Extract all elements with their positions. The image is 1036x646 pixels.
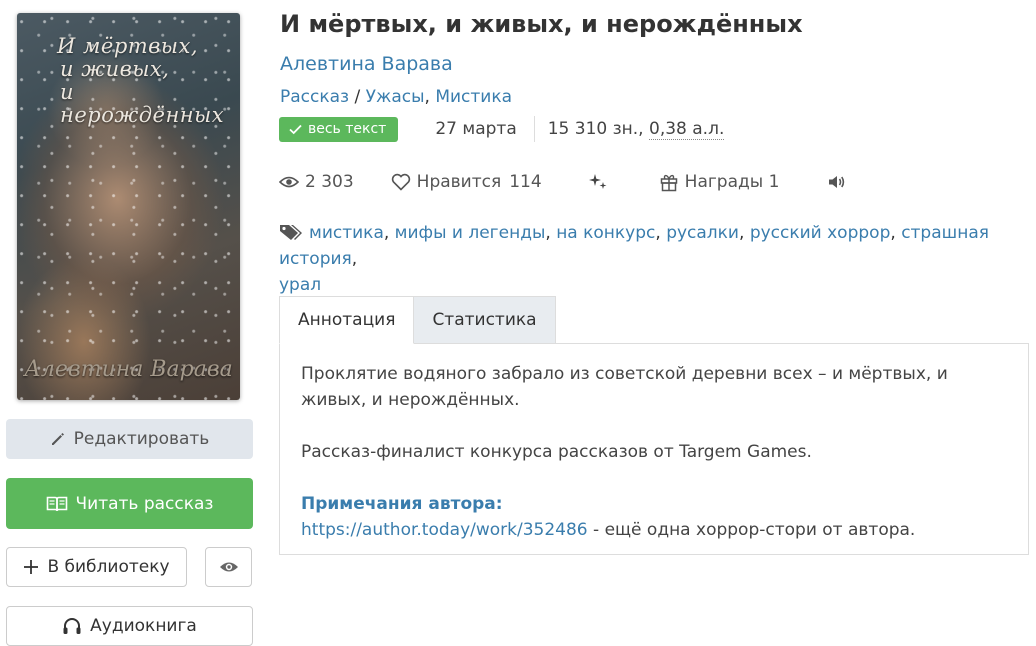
genres-line: Рассказ / Ужасы, Мистика — [280, 87, 512, 107]
views-stat: 2 303 — [279, 172, 354, 192]
eye-icon — [219, 562, 238, 572]
headphones-icon — [63, 618, 81, 634]
author-link[interactable]: Алевтина Варава — [280, 53, 453, 75]
speaker-icon — [829, 176, 845, 188]
full-text-badge: весь текст — [279, 116, 399, 142]
stats-row: 2 303 Нравится 114 Награды 1 — [279, 170, 847, 194]
audiobook-button[interactable]: Аудиокнига — [6, 606, 253, 646]
cover-title-line: и нерождённых — [60, 80, 225, 127]
author-notes-text: - ещё одна хоррор-стори от автора. — [587, 520, 916, 540]
check-icon — [289, 124, 302, 134]
tags-list: мистика, мифы и легенды, на конкурс, рус… — [279, 223, 989, 295]
genre-separator: / — [349, 87, 366, 107]
eye-icon — [279, 176, 299, 188]
plus-icon — [24, 560, 39, 574]
tag-link[interactable]: на конкурс — [556, 223, 655, 243]
tag-link[interactable]: мистика — [309, 223, 384, 243]
sparkles-icon — [588, 174, 607, 189]
genre-comma: , — [424, 87, 436, 107]
tab-statistics[interactable]: Статистика — [414, 296, 556, 344]
audio-play-button[interactable] — [827, 173, 847, 191]
tag-link[interactable]: русалки — [666, 223, 739, 243]
like-button[interactable]: Нравится 114 — [391, 172, 542, 192]
cover-title: И мёртвых, и живых, и нерождённых — [57, 35, 234, 127]
text-size-chars: 15 310 зн., — [547, 119, 649, 139]
tab-bar: Аннотация Статистика — [279, 296, 556, 344]
heart-icon — [391, 173, 410, 191]
audiobook-label: Аудиокнига — [90, 616, 197, 636]
author-notes: https://author.today/work/352486 - ещё о… — [301, 517, 1008, 543]
author-notes-title: Примечания автора: — [301, 494, 503, 514]
watch-button[interactable] — [205, 547, 252, 587]
cover-title-line: И мёртвых, — [57, 34, 199, 58]
tag-link[interactable]: мифы и легенды — [395, 223, 546, 243]
cover-title-line: и живых, — [60, 57, 170, 81]
open-book-icon — [46, 496, 67, 511]
awards-label: Награды 1 — [684, 172, 780, 192]
status-row: весь текст 27 марта 15 310 зн., 0,38 а.л… — [279, 116, 725, 142]
tab-annotation[interactable]: Аннотация — [279, 296, 415, 344]
text-size-al[interactable]: 0,38 а.л. — [649, 119, 725, 140]
text-size: 15 310 зн., 0,38 а.л. — [547, 119, 725, 140]
book-title: И мёртвых, и живых, и нерождённых — [280, 10, 803, 38]
read-button[interactable]: Читать рассказ — [6, 478, 253, 529]
genre-link[interactable]: Ужасы — [366, 87, 425, 107]
divider — [533, 116, 535, 142]
views-count: 2 303 — [305, 172, 354, 192]
likes-count: 114 — [509, 172, 542, 192]
add-to-library-label: В библиотеку — [47, 557, 170, 577]
tags-icon — [280, 225, 302, 240]
author-notes-link[interactable]: https://author.today/work/352486 — [301, 520, 588, 540]
full-text-label: весь текст — [308, 121, 387, 137]
cover-author: Алевтина Варава — [24, 357, 233, 382]
publish-date: 27 марта — [435, 119, 517, 139]
annotation-panel: Проклятие водяного забрало из советской … — [279, 343, 1029, 555]
book-cover[interactable]: И мёртвых, и живых, и нерождённых Алевти… — [17, 13, 240, 400]
edit-button-label: Редактировать — [73, 429, 210, 449]
add-to-library-button[interactable]: В библиотеку — [6, 547, 187, 587]
tag-link[interactable]: русский хоррор — [750, 223, 891, 243]
likes-label: Нравится — [416, 172, 502, 192]
read-button-label: Читать рассказ — [75, 493, 214, 514]
tag-link[interactable]: урал — [279, 275, 321, 295]
annotation-paragraph: Рассказ-финалист конкурса рассказов от T… — [301, 442, 812, 462]
pencil-icon — [51, 433, 64, 445]
sparkle-button[interactable] — [588, 172, 608, 192]
awards-button[interactable]: Награды 1 — [659, 172, 780, 192]
genre-link[interactable]: Мистика — [435, 87, 512, 107]
form-link[interactable]: Рассказ — [280, 87, 349, 107]
edit-button[interactable]: Редактировать — [6, 419, 253, 459]
gift-icon — [660, 174, 677, 192]
annotation-paragraph: Проклятие водяного забрало из советской … — [301, 364, 948, 410]
